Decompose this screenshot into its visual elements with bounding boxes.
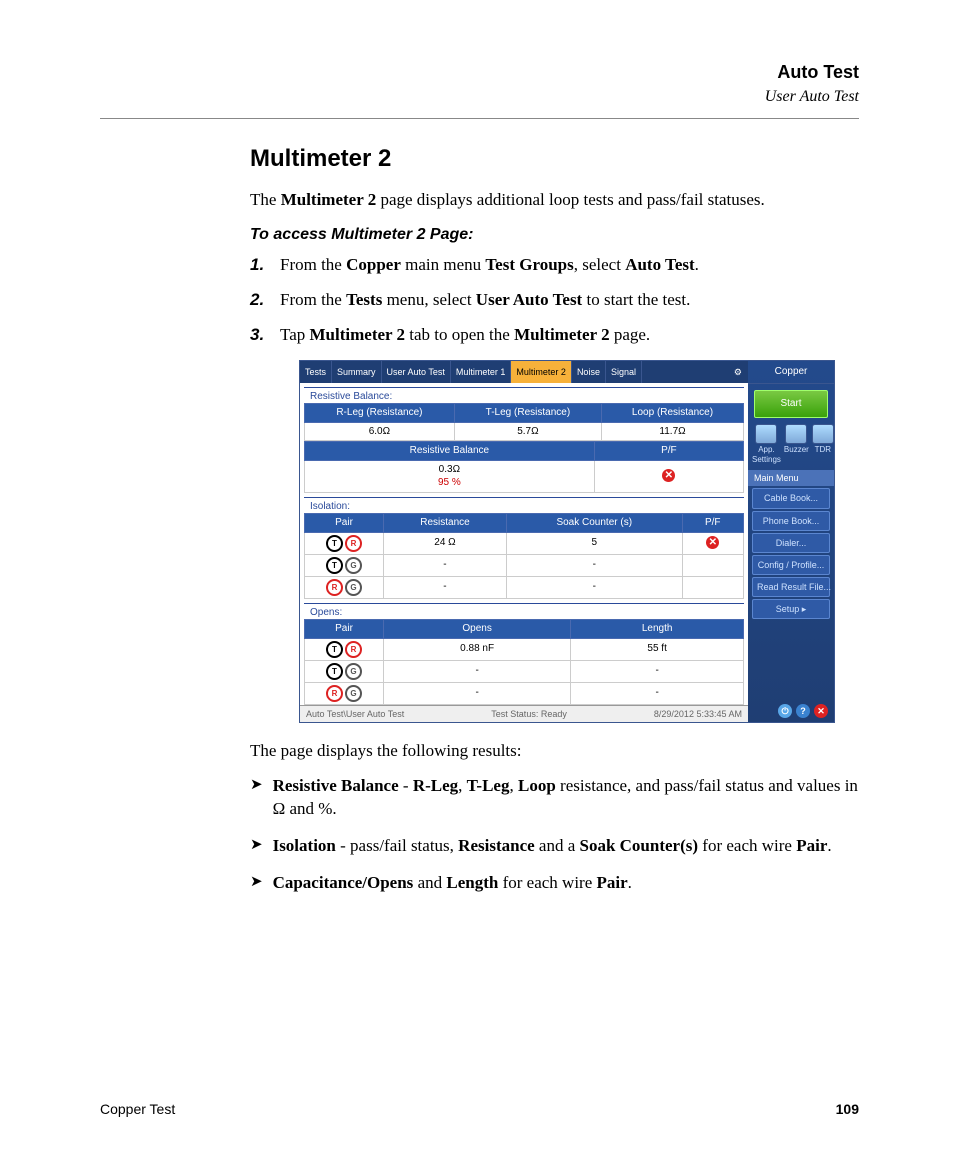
procedure-step: 2.From the Tests menu, select User Auto … <box>250 289 859 312</box>
tab-bar: TestsSummaryUser Auto TestMultimeter 1Mu… <box>300 361 748 383</box>
tab-multimeter-1[interactable]: Multimeter 1 <box>451 361 512 383</box>
procedure-steps: 1.From the Copper main menu Test Groups,… <box>250 254 859 347</box>
resistive-balance-table: Resistive Balance P/F 0.3Ω 95 % ✕ <box>304 441 744 493</box>
resistive-top-table: R-Leg (Resistance)T-Leg (Resistance)Loop… <box>304 403 744 441</box>
results-bullets: Resistive Balance - R-Leg, T-Leg, Loop r… <box>250 775 859 895</box>
group-opens-title: Opens: <box>304 603 744 620</box>
tab-multimeter-2[interactable]: Multimeter 2 <box>511 361 572 383</box>
intro-paragraph: The Multimeter 2 page displays additiona… <box>250 189 859 212</box>
menu-item[interactable]: Dialer... <box>752 533 830 553</box>
app-settings-icon[interactable]: App. Settings <box>752 424 781 467</box>
tab-tests[interactable]: Tests <box>300 361 332 383</box>
power-icon[interactable]: ⏻ <box>778 704 792 718</box>
tab-user-auto-test[interactable]: User Auto Test <box>382 361 451 383</box>
result-bullet: Capacitance/Opens and Length for each wi… <box>250 872 859 895</box>
procedure-subhead: To access Multimeter 2 Page: <box>250 224 859 246</box>
buzzer-icon[interactable]: Buzzer <box>784 424 809 467</box>
section-heading: Multimeter 2 <box>250 143 859 175</box>
page-number: 109 <box>836 1100 859 1119</box>
app-screenshot: TestsSummaryUser Auto TestMultimeter 1Mu… <box>300 361 834 722</box>
footer-left: Copper Test <box>100 1100 175 1119</box>
menu-item[interactable]: Setup ▸ <box>752 599 830 619</box>
procedure-step: 3.Tap Multimeter 2 tab to open the Multi… <box>250 324 859 347</box>
tdr-icon[interactable]: TDR <box>812 424 834 467</box>
menu-item[interactable]: Config / Profile... <box>752 555 830 575</box>
main-menu-label: Main Menu <box>748 470 834 486</box>
menu-item[interactable]: Read Result File... <box>752 577 830 597</box>
close-icon[interactable]: ✕ <box>814 704 828 718</box>
start-button[interactable]: Start <box>754 390 828 418</box>
group-isolation-title: Isolation: <box>304 497 744 514</box>
status-bar: Auto Test\User Auto Test Test Status: Re… <box>300 705 748 722</box>
fail-icon: ✕ <box>662 469 675 482</box>
page-header-title: Auto Test <box>100 60 859 84</box>
side-footer-icons: ⏻ ? ✕ <box>748 700 834 722</box>
result-bullet: Resistive Balance - R-Leg, T-Leg, Loop r… <box>250 775 859 821</box>
header-rule <box>100 118 859 119</box>
page-header-subtitle: User Auto Test <box>100 86 859 108</box>
help-icon[interactable]: ? <box>796 704 810 718</box>
side-panel-title: Copper <box>748 361 834 384</box>
group-resistive-title: Resistive Balance: <box>304 387 744 404</box>
opens-table: PairOpensLengthTR0.88 nF55 ftTG--RG-- <box>304 619 744 705</box>
tab-noise[interactable]: Noise <box>572 361 606 383</box>
result-bullet: Isolation - pass/fail status, Resistance… <box>250 835 859 858</box>
menu-item[interactable]: Phone Book... <box>752 511 830 531</box>
procedure-step: 1.From the Copper main menu Test Groups,… <box>250 254 859 277</box>
fail-icon: ✕ <box>706 536 719 549</box>
results-intro: The page displays the following results: <box>250 740 859 763</box>
tab-signal[interactable]: Signal <box>606 361 642 383</box>
gear-icon[interactable]: ⚙ <box>728 361 748 383</box>
menu-item[interactable]: Cable Book... <box>752 488 830 508</box>
isolation-table: PairResistanceSoak Counter (s)P/FTR24 Ω5… <box>304 513 744 599</box>
tab-summary[interactable]: Summary <box>332 361 382 383</box>
